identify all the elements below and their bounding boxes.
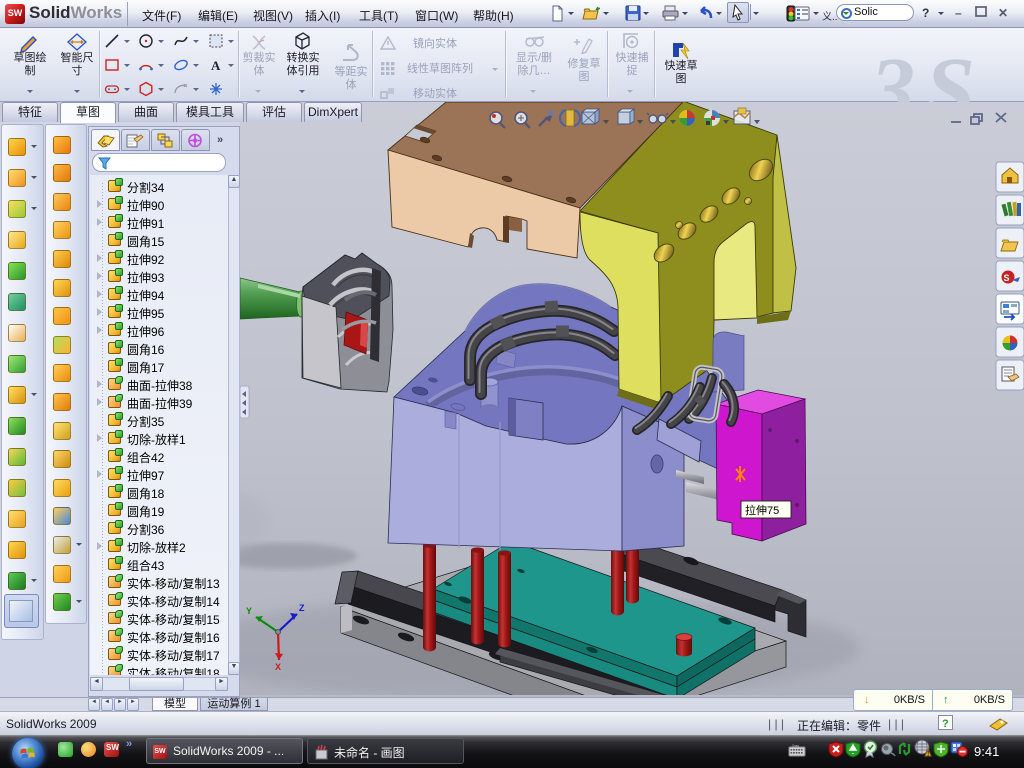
svg-text:X: X — [275, 662, 281, 672]
svg-text:S: S — [1004, 273, 1010, 283]
svg-text:拉伸75: 拉伸75 — [745, 503, 779, 517]
svg-text:Z: Z — [299, 603, 305, 613]
svg-text:Snag: Snag — [792, 744, 799, 748]
svg-text:Y: Y — [246, 606, 252, 616]
svg-text:!: ! — [927, 751, 929, 758]
svg-text:A: A — [211, 58, 221, 73]
svg-text:?: ? — [942, 718, 949, 729]
